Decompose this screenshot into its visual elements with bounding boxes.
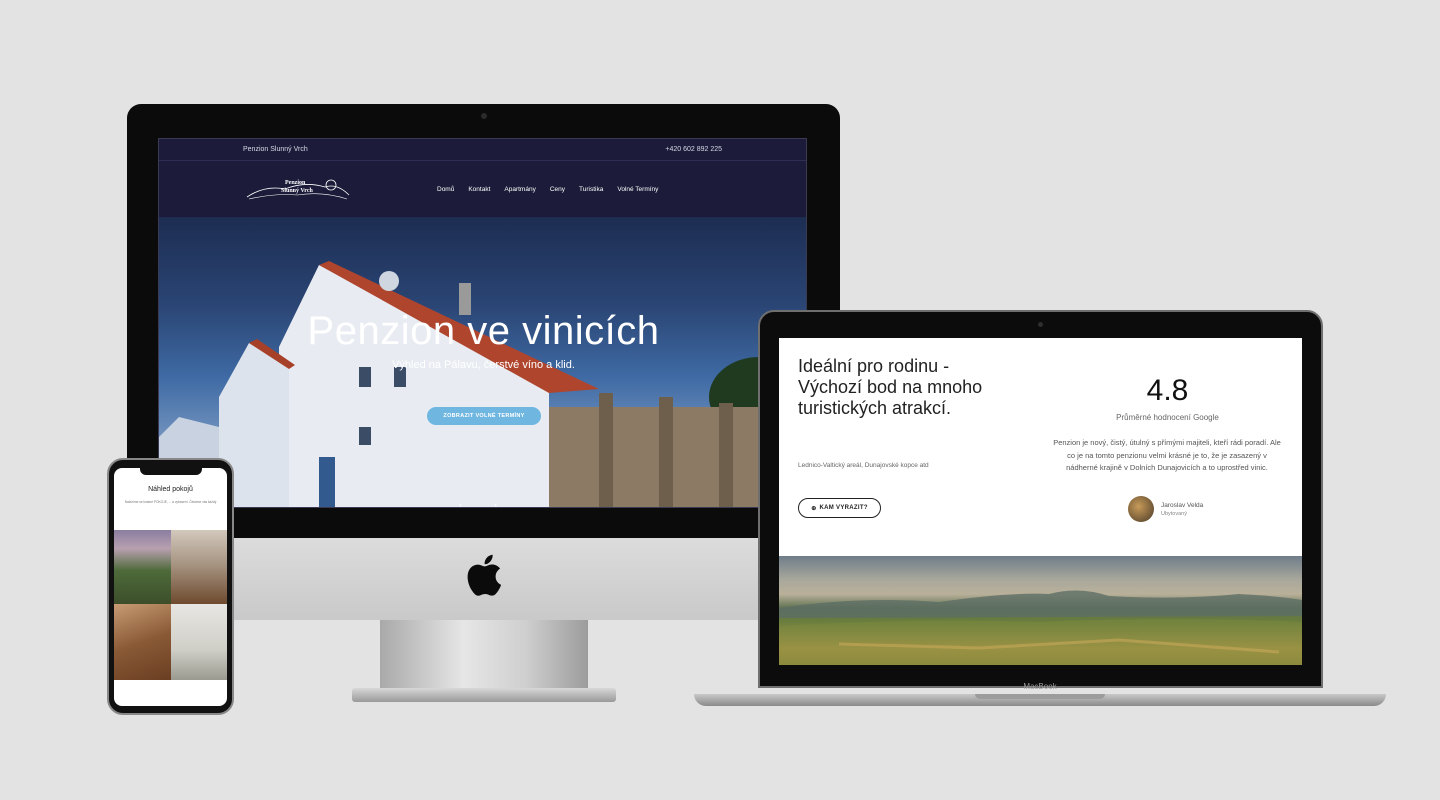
compass-icon: ⊕ <box>811 505 817 512</box>
hero-subtitle: Výhled na Pálavu, čerstvé víno a klid. <box>392 359 575 371</box>
slider-next-icon[interactable]: › <box>494 500 497 507</box>
macbook-notch <box>975 694 1105 699</box>
site-navbar: Penzion Slunný Vrch Domů Kontakt Apartmá… <box>159 161 806 217</box>
review-quote: Penzion je nový, čistý, útulný s přímými… <box>1053 438 1281 472</box>
imac-foot <box>352 688 616 702</box>
nav-item-apartmany[interactable]: Apartmány <box>504 186 535 193</box>
macbook-screen: Ideální pro rodinu - Výchozí bod na mnoh… <box>779 338 1302 665</box>
nav-item-kontakt[interactable]: Kontakt <box>468 186 490 193</box>
topbar-brand: Penzion Slunný Vrch <box>243 146 308 153</box>
topbar-phone[interactable]: +420 602 892 225 <box>665 146 722 153</box>
imac-screen: Penzion Slunný Vrch +420 602 892 225 Pen… <box>158 138 807 508</box>
phone-screen: Náhled pokojů Nabízíme se krásné POKOJE,… <box>114 468 227 706</box>
family-heading: Ideální pro rodinu - Výchozí bod na mnoh… <box>798 356 983 418</box>
landscape-photo <box>779 556 1302 665</box>
logo-line-2: Slunný Vrch <box>281 188 313 194</box>
room-photo-kitchen[interactable] <box>114 604 171 680</box>
where-to-go-label: KAM VYRAZIT? <box>819 505 868 511</box>
slider-prev-icon[interactable]: ‹ <box>459 500 462 507</box>
hero-section: Penzion ve vinicích Výhled na Pálavu, če… <box>159 217 806 507</box>
nav-item-turistika[interactable]: Turistika <box>579 186 603 193</box>
reviewer-role: Ubytovaný <box>1161 511 1187 517</box>
site-topbar: Penzion Slunný Vrch +420 602 892 225 <box>159 139 806 161</box>
rooms-preview-title: Náhled pokojů <box>148 486 193 493</box>
imac-camera <box>481 113 487 119</box>
macbook-camera <box>1038 322 1043 327</box>
reviewer-name: Jaroslav Velda <box>1161 502 1204 509</box>
imac-stand <box>380 620 588 692</box>
palava-hills-photo <box>779 590 1302 665</box>
attractions-text: Lednico-Valtický areál, Dunajovské kopce… <box>798 462 929 469</box>
nav-item-domu[interactable]: Domů <box>437 186 454 193</box>
google-rating-value: 4.8 <box>1146 374 1189 407</box>
slider-arrows: ‹ › <box>459 500 497 507</box>
phone-notch <box>140 466 202 475</box>
hero-title: Penzion ve vinicích <box>307 309 660 353</box>
site-logo[interactable]: Penzion Slunný Vrch <box>245 175 351 203</box>
room-photo-bedroom[interactable] <box>171 530 227 604</box>
room-photo-bathroom[interactable] <box>171 604 227 680</box>
apple-logo-icon <box>467 554 502 596</box>
where-to-go-button[interactable]: ⊕ KAM VYRAZIT? <box>798 498 881 518</box>
nav-item-ceny[interactable]: Ceny <box>550 186 565 193</box>
reviewer-avatar <box>1128 496 1154 522</box>
macbook-brand-label: MacBook <box>1023 682 1057 691</box>
google-rating-label: Průměrné hodnocení Google <box>1116 413 1219 422</box>
room-photo-vineyard[interactable] <box>114 530 171 604</box>
nav-links: Domů Kontakt Apartmány Ceny Turistika Vo… <box>437 186 658 193</box>
logo-line-1: Penzion <box>285 180 306 186</box>
rooms-preview-description: Nabízíme se krásné POKOJE, ... a vybaven… <box>124 500 217 504</box>
nav-item-volne-terminy[interactable]: Volné Termíny <box>617 186 658 193</box>
show-free-dates-button[interactable]: ZOBRAZIT VOLNÉ TERMÍNY <box>427 407 541 425</box>
